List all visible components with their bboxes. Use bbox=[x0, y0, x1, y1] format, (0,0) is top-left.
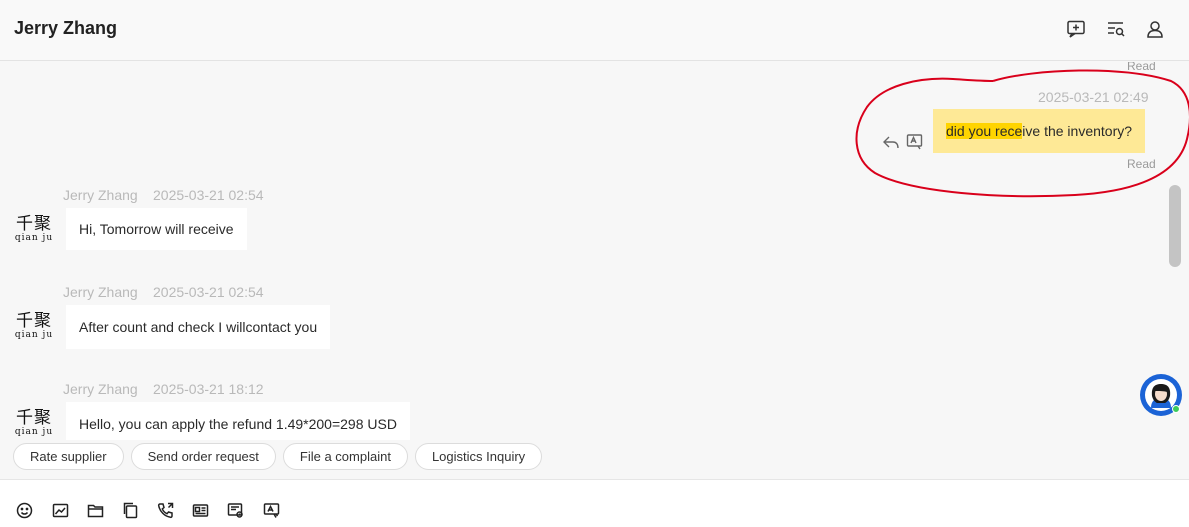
avatar-logo-pinyin: qian ju bbox=[14, 330, 54, 340]
message-text: After count and check I willcontact you bbox=[79, 319, 318, 335]
message-text-highlight: did you rece bbox=[946, 123, 1023, 139]
quick-actions: Rate supplier Send order request File a … bbox=[13, 443, 543, 470]
avatar[interactable]: 千聚 qian ju bbox=[13, 309, 55, 343]
scrollbar-thumb[interactable] bbox=[1169, 185, 1181, 267]
rate-supplier-button[interactable]: Rate supplier bbox=[13, 443, 124, 470]
online-status-dot bbox=[1172, 405, 1180, 413]
chat-title: Jerry Zhang bbox=[14, 18, 118, 38]
read-status: Read bbox=[1127, 157, 1156, 171]
phone-call-icon[interactable] bbox=[156, 501, 174, 519]
avatar-logo-text: 千聚 bbox=[16, 408, 52, 428]
avatar[interactable]: 千聚 qian ju bbox=[13, 406, 55, 440]
incoming-message-bubble[interactable]: After count and check I willcontact you bbox=[66, 305, 331, 349]
read-status: Read bbox=[1127, 62, 1156, 73]
search-list-icon[interactable] bbox=[1105, 18, 1127, 40]
copy-icon[interactable] bbox=[121, 501, 139, 519]
sender-name: Jerry Zhang bbox=[63, 284, 138, 300]
translate-icon[interactable] bbox=[905, 132, 925, 152]
message-timestamp: 2025-03-21 02:54 bbox=[153, 187, 264, 203]
avatar-logo-text: 千聚 bbox=[16, 311, 52, 331]
logistics-inquiry-button[interactable]: Logistics Inquiry bbox=[414, 443, 543, 470]
message-text: Hello, you can apply the refund 1.49*200… bbox=[79, 416, 397, 432]
avatar-logo-text: 千聚 bbox=[16, 214, 52, 234]
incoming-message-bubble[interactable]: Hello, you can apply the refund 1.49*200… bbox=[66, 402, 410, 440]
customer-service-button[interactable] bbox=[1140, 374, 1182, 416]
message-timestamp: 2025-03-21 02:54 bbox=[153, 284, 264, 300]
folder-icon[interactable] bbox=[86, 501, 104, 519]
file-complaint-button[interactable]: File a complaint bbox=[282, 443, 408, 470]
incoming-message-bubble[interactable]: Hi, Tomorrow will receive bbox=[66, 208, 247, 250]
new-message-icon[interactable] bbox=[1065, 18, 1087, 40]
message-timestamp: 2025-03-21 18:12 bbox=[153, 381, 264, 397]
chat-header: Jerry Zhang bbox=[0, 0, 1189, 61]
id-card-icon[interactable] bbox=[191, 501, 209, 519]
outgoing-message-bubble[interactable]: did you rece ive the inventory? bbox=[933, 109, 1146, 153]
document-list-icon[interactable] bbox=[226, 501, 244, 519]
message-list[interactable]: Read 2025-03-21 02:49 did you rece ive th… bbox=[0, 62, 1168, 440]
user-profile-icon[interactable] bbox=[1144, 18, 1166, 40]
sender-name: Jerry Zhang bbox=[63, 381, 138, 397]
message-timestamp: 2025-03-21 02:49 bbox=[1038, 89, 1149, 105]
avatar[interactable]: 千聚 qian ju bbox=[13, 212, 55, 246]
avatar-logo-pinyin: qian ju bbox=[14, 427, 54, 437]
send-order-request-button[interactable]: Send order request bbox=[130, 443, 276, 470]
message-text: Hi, Tomorrow will receive bbox=[79, 221, 234, 237]
screen-capture-icon[interactable] bbox=[262, 501, 280, 519]
message-text: ive the inventory? bbox=[1022, 123, 1133, 139]
composer-toolbar bbox=[0, 479, 1189, 527]
image-icon[interactable] bbox=[51, 501, 69, 519]
reply-icon[interactable] bbox=[881, 132, 901, 152]
emoji-icon[interactable] bbox=[15, 501, 33, 519]
avatar-logo-pinyin: qian ju bbox=[14, 233, 54, 243]
sender-name: Jerry Zhang bbox=[63, 187, 138, 203]
